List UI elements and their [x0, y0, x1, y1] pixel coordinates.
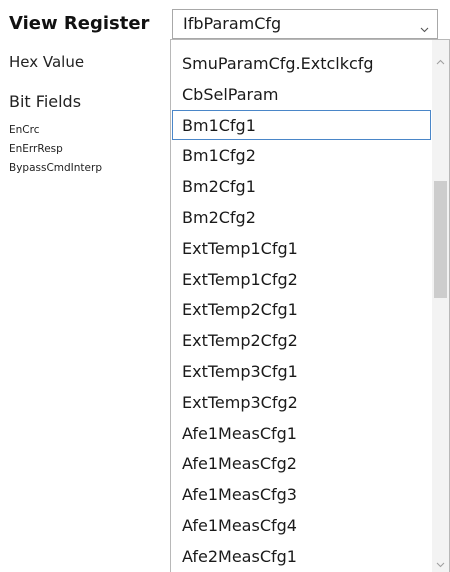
- register-option[interactable]: SmuParamCfg.Extclkcfg: [172, 48, 431, 79]
- chevron-down-icon: [436, 562, 445, 568]
- view-register-title: View Register: [9, 13, 150, 34]
- bit-field-item: EnCrc: [9, 124, 40, 136]
- register-option[interactable]: Bm2Cfg2: [172, 202, 431, 233]
- dropdown-scrollbar[interactable]: [432, 40, 449, 572]
- register-options: SmuParamCfg.Extclkcfg CbSelParam Bm1Cfg1 Bm…: [172, 48, 431, 572]
- register-option[interactable]: ExtTemp1Cfg2: [172, 264, 431, 295]
- chevron-up-icon: [436, 59, 445, 65]
- hex-value-label: Hex Value: [9, 53, 85, 71]
- register-option[interactable]: ExtTemp2Cfg1: [172, 294, 431, 325]
- register-select-value: IfbParamCfg: [183, 14, 282, 33]
- bit-field-item: BypassCmdInterp: [9, 162, 102, 174]
- bit-fields-label: Bit Fields: [9, 92, 82, 111]
- register-option[interactable]: ExtTemp3Cfg2: [172, 387, 431, 418]
- register-dropdown-list: SmuParamCfg.Extclkcfg CbSelParam Bm1Cfg1 Bm…: [170, 39, 450, 572]
- register-option[interactable]: Afe1MeasCfg3: [172, 479, 431, 510]
- register-option[interactable]: ExtTemp1Cfg1: [172, 233, 431, 264]
- scroll-up-button[interactable]: [432, 54, 449, 71]
- register-viewer: View Register Hex Value Bit Fields EnCrc…: [0, 0, 450, 572]
- register-option[interactable]: Bm1Cfg1: [172, 109, 431, 141]
- register-option[interactable]: Afe1MeasCfg2: [172, 448, 431, 479]
- bit-field-list: EnCrc EnErrResp BypassCmdInterp: [9, 121, 102, 178]
- register-option[interactable]: Afe1MeasCfg4: [172, 510, 431, 541]
- scroll-down-button[interactable]: [432, 556, 449, 572]
- register-option[interactable]: Afe2MeasCfg1: [172, 541, 431, 572]
- register-option[interactable]: Bm2Cfg1: [172, 171, 431, 202]
- chevron-down-icon: [420, 19, 429, 33]
- register-option[interactable]: Afe1MeasCfg1: [172, 418, 431, 449]
- register-option[interactable]: Bm1Cfg2: [172, 140, 431, 171]
- bit-field-item: EnErrResp: [9, 143, 63, 155]
- register-option[interactable]: ExtTemp3Cfg1: [172, 356, 431, 387]
- scrollbar-thumb[interactable]: [434, 181, 447, 298]
- register-select[interactable]: IfbParamCfg: [172, 9, 438, 39]
- register-option[interactable]: CbSelParam: [172, 79, 431, 110]
- register-option[interactable]: ExtTemp2Cfg2: [172, 325, 431, 356]
